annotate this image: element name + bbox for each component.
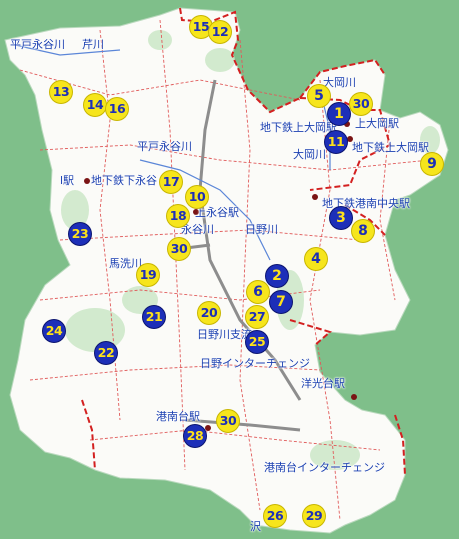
label-yokodai-station: 洋光台駅 — [301, 377, 345, 390]
map-canvas — [4, 7, 449, 534]
marker-14[interactable]: 14 — [84, 94, 106, 116]
marker-22[interactable]: 22 — [95, 342, 117, 364]
label-subway-shimonagaya: 地下鉄下永谷 — [91, 174, 157, 187]
marker-1[interactable]: 1 — [328, 103, 350, 125]
marker-25[interactable]: 25 — [246, 331, 268, 353]
marker-30-north[interactable]: 30 — [350, 93, 372, 115]
marker-2[interactable]: 2 — [266, 265, 288, 287]
marker-18[interactable]: 18 — [167, 205, 189, 227]
label-serigawa: 芹川 — [82, 38, 104, 51]
label-kamiooka-station: 上大岡駅 — [355, 117, 399, 130]
marker-17[interactable]: 17 — [160, 171, 182, 193]
label-subway-kamiooka: 地下鉄上大岡駅 — [260, 121, 337, 134]
marker-21[interactable]: 21 — [143, 306, 165, 328]
marker-27[interactable]: 27 — [246, 306, 268, 328]
label-eiyagawa-river: 永谷川 — [181, 223, 214, 236]
label-hinogawa-branch: 日野川支流 — [197, 328, 252, 341]
marker-8[interactable]: 8 — [352, 220, 374, 242]
marker-6[interactable]: 6 — [247, 281, 269, 303]
marker-24[interactable]: 24 — [43, 320, 65, 342]
marker-3[interactable]: 3 — [330, 207, 352, 229]
marker-11[interactable]: 11 — [325, 131, 347, 153]
label-hirado-eiyagawa-2: 平戸永谷川 — [137, 140, 192, 153]
label-ooka-river-2: 大岡川 — [293, 148, 326, 161]
marker-30-south[interactable]: 30 — [217, 410, 239, 432]
label-sawa: 沢 — [250, 520, 261, 533]
label-subway-kamiooka-2: 地下鉄上大岡駅 — [352, 141, 429, 154]
label-hirado-eiyagawa: 平戸永谷川 — [10, 38, 65, 51]
marker-26[interactable]: 26 — [264, 505, 286, 527]
marker-19[interactable]: 19 — [137, 264, 159, 286]
marker-28[interactable]: 28 — [184, 425, 206, 447]
label-konandai-ic: 港南台インターチェンジ — [264, 461, 385, 474]
marker-13[interactable]: 13 — [50, 81, 72, 103]
label-hinogawa: 日野川 — [245, 223, 278, 236]
marker-30-center[interactable]: 30 — [168, 238, 190, 260]
ward-land — [4, 7, 449, 534]
label-ooka-river: 大岡川 — [323, 76, 356, 89]
marker-29[interactable]: 29 — [303, 505, 325, 527]
marker-10[interactable]: 10 — [186, 186, 208, 208]
marker-7[interactable]: 7 — [270, 291, 292, 313]
label-konandai-station: 港南台駅 — [156, 410, 200, 423]
marker-20[interactable]: 20 — [198, 302, 220, 324]
label-maaraigawa: 馬洗川 — [109, 257, 142, 270]
label-hino-ic: 日野インターチェンジ — [200, 357, 310, 370]
marker-9[interactable]: 9 — [421, 153, 443, 175]
label-kaminagaya-station: 上永谷駅 — [195, 206, 239, 219]
marker-23[interactable]: 23 — [69, 223, 91, 245]
marker-4[interactable]: 4 — [305, 248, 327, 270]
marker-5[interactable]: 5 — [308, 85, 330, 107]
marker-16[interactable]: 16 — [106, 98, 128, 120]
marker-12[interactable]: 12 — [209, 21, 231, 43]
label-station-left: l駅 — [60, 174, 75, 187]
